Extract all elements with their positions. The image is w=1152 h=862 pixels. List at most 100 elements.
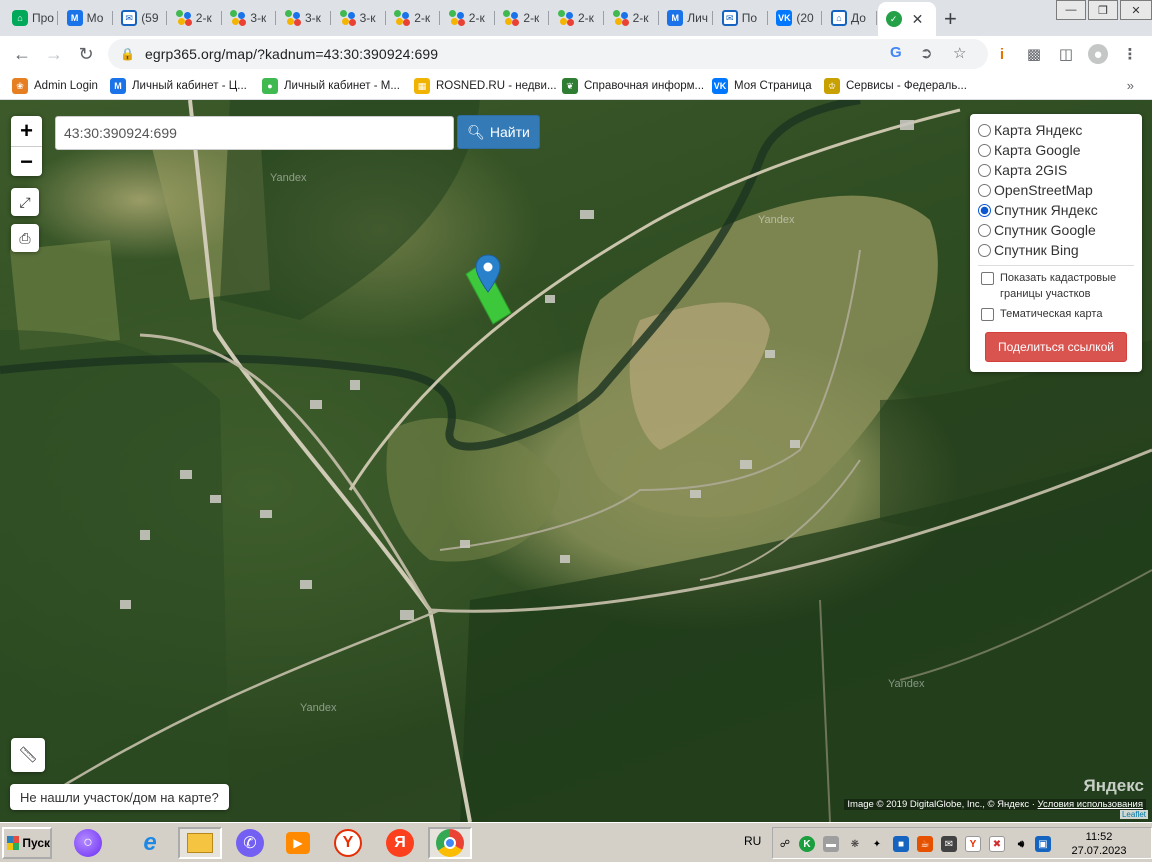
browser-tab[interactable]: 2-к [605, 4, 659, 32]
bookmark-item[interactable]: M Личный кабинет - Ц... [110, 77, 247, 95]
browser-tab[interactable]: M Лич [659, 4, 714, 32]
media-player-icon[interactable]: ▶ [276, 827, 320, 859]
tray-display-icon[interactable]: ▣ [1035, 836, 1051, 852]
satellite-map[interactable]: Yandex Yandex Yandex Yandex + − ⤢ ⎙ 🔍︎ Н… [0, 100, 1152, 822]
bookmark-item[interactable]: ♔ Сервисы - Федераль... [824, 77, 967, 95]
cadastral-number-input[interactable] [55, 116, 454, 150]
reload-icon[interactable]: ↻ [74, 42, 98, 66]
google-translate-icon[interactable]: G [890, 44, 902, 61]
taskbar-clock[interactable]: 11:52 27.07.2023 [1069, 830, 1129, 858]
forward-arrow-icon[interactable]: → [42, 42, 66, 66]
browser-tab[interactable]: 2-к [168, 4, 222, 32]
restore-button[interactable]: ❐ [1088, 0, 1118, 20]
not-found-help-button[interactable]: Не нашли участок/дом на карте? [10, 784, 229, 810]
url-text[interactable]: egrp365.org/map/?kadnum=43:30:390924:699 [145, 46, 438, 62]
tray-kaspersky-icon[interactable]: K [799, 836, 815, 852]
location-pin-icon[interactable] [475, 254, 501, 294]
tray-blocked-icon[interactable]: ✖ [989, 836, 1005, 852]
alice-assistant-icon[interactable]: ○ [66, 827, 110, 859]
browser-tab[interactable]: ⌂ До [823, 4, 877, 32]
browser-tab[interactable]: 3-к [332, 4, 386, 32]
terms-of-use-link[interactable]: Условия использования [1038, 799, 1143, 810]
yandex-icon[interactable]: Я [378, 827, 422, 859]
browser-tab[interactable]: 3-к [277, 4, 331, 32]
browser-tab[interactable]: 2-к [386, 4, 441, 32]
tab-title: 2-к [414, 11, 431, 25]
layer-radio[interactable] [978, 203, 991, 217]
show-cadastral-checkbox[interactable] [981, 272, 994, 285]
browser-tab[interactable]: 2-к [495, 4, 550, 32]
browser-tab[interactable]: 2-к [441, 4, 495, 32]
share-icon[interactable]: ➲ [920, 44, 933, 62]
bookmark-item[interactable]: ❀ Admin Login [12, 77, 98, 95]
bookmarks-more-chevron-icon[interactable]: » [1127, 78, 1134, 93]
browser-tab[interactable]: M Мо [59, 4, 113, 32]
tray-spider-icon[interactable]: ❋ [847, 836, 863, 852]
search-button[interactable]: 🔍︎ Найти [457, 115, 540, 149]
bookmark-item[interactable]: ● Личный кабинет - М... [262, 77, 400, 95]
bookmark-item[interactable]: ❦ Справочная информ... [562, 77, 704, 95]
viber-icon[interactable]: ✆ [228, 827, 272, 859]
zoom-out-button[interactable]: − [11, 146, 42, 176]
tray-bird-icon[interactable]: ✦ [869, 836, 885, 852]
back-arrow-icon[interactable]: ← [10, 42, 34, 66]
share-link-button[interactable]: Поделиться ссылкой [985, 332, 1127, 362]
browser-tab[interactable]: VK (20 [768, 4, 823, 32]
layer-radio[interactable] [978, 143, 991, 157]
tray-java-icon[interactable]: ☕ [917, 836, 933, 852]
leaflet-link[interactable]: Leaflet [1119, 810, 1148, 819]
layer-option[interactable]: Карта Яндекс [978, 120, 1134, 140]
menu-kebab-icon[interactable]: ⋮ [1120, 44, 1140, 64]
extension-info-icon[interactable]: i [992, 44, 1012, 64]
layer-option[interactable]: OpenStreetMap [978, 180, 1134, 200]
layer-radio[interactable] [978, 183, 991, 197]
browser-tab[interactable]: ⌂ Про [4, 4, 58, 32]
profile-avatar-icon[interactable]: ● [1088, 44, 1108, 64]
bookmark-star-icon[interactable]: ☆ [953, 44, 966, 62]
bookmark-item[interactable]: ▦ ROSNED.RU - недви... [414, 77, 557, 95]
layer-radio[interactable] [978, 243, 991, 257]
layer-option[interactable]: Спутник Bing [978, 240, 1134, 260]
layer-radio[interactable] [978, 223, 991, 237]
layer-option[interactable]: Спутник Google [978, 220, 1134, 240]
file-explorer-icon[interactable] [178, 827, 222, 859]
tray-volume-icon[interactable]: 🔊︎ [1013, 836, 1029, 852]
tray-shield-icon[interactable]: ■ [893, 836, 909, 852]
thematic-map-checkbox[interactable] [981, 308, 994, 321]
internet-explorer-icon[interactable]: e [128, 827, 172, 859]
browser-tab[interactable]: ✉ (59 [113, 4, 168, 32]
measure-ruler-button[interactable]: 📏︎ [11, 738, 45, 772]
minimize-button[interactable]: — [1056, 0, 1086, 20]
tray-network-icon[interactable]: ☍ [777, 836, 793, 852]
tray-mail-icon[interactable]: ✉ [941, 836, 957, 852]
tray-drive-icon[interactable]: ▬ [823, 836, 839, 852]
browser-tab[interactable]: 3-к [222, 4, 277, 32]
close-window-button[interactable]: ✕ [1120, 0, 1152, 20]
close-tab-icon[interactable]: ✕ [912, 11, 924, 28]
bookmark-item[interactable]: VK Моя Страница [712, 77, 812, 95]
start-label: Пуск [22, 836, 50, 850]
layer-radio[interactable] [978, 163, 991, 177]
print-button[interactable]: ⎙ [11, 224, 39, 252]
show-cadastral-checkbox-row[interactable]: Показать кадастровые границы участков [978, 270, 1134, 302]
chrome-icon[interactable] [428, 827, 472, 859]
browser-tab[interactable]: 2-к [550, 4, 604, 32]
layer-option[interactable]: Спутник Яндекс [978, 200, 1134, 220]
language-indicator[interactable]: RU [744, 834, 761, 848]
yandex-browser-icon[interactable]: Y [326, 827, 370, 859]
layer-option[interactable]: Карта Google [978, 140, 1134, 160]
start-button[interactable]: Пуск [2, 827, 52, 859]
new-tab-button[interactable]: + [944, 6, 957, 32]
zoom-in-button[interactable]: + [11, 116, 42, 146]
browser-tab[interactable]: ✓ ✕ [877, 2, 936, 36]
extensions-puzzle-icon[interactable]: ▩ [1024, 44, 1044, 64]
thematic-map-checkbox-row[interactable]: Тематическая карта [978, 306, 1134, 322]
fullscreen-button[interactable]: ⤢ [11, 188, 39, 216]
tray-yandex-icon[interactable]: Y [965, 836, 981, 852]
browser-tab[interactable]: ✉ По [714, 4, 768, 32]
address-bar[interactable]: 🔒 egrp365.org/map/?kadnum=43:30:390924:6… [108, 39, 988, 69]
browser-toolbar: ← → ↻ 🔒 egrp365.org/map/?kadnum=43:30:39… [0, 36, 1152, 72]
side-panel-icon[interactable]: ◫ [1056, 44, 1076, 64]
layer-option[interactable]: Карта 2GIS [978, 160, 1134, 180]
layer-radio[interactable] [978, 123, 991, 137]
